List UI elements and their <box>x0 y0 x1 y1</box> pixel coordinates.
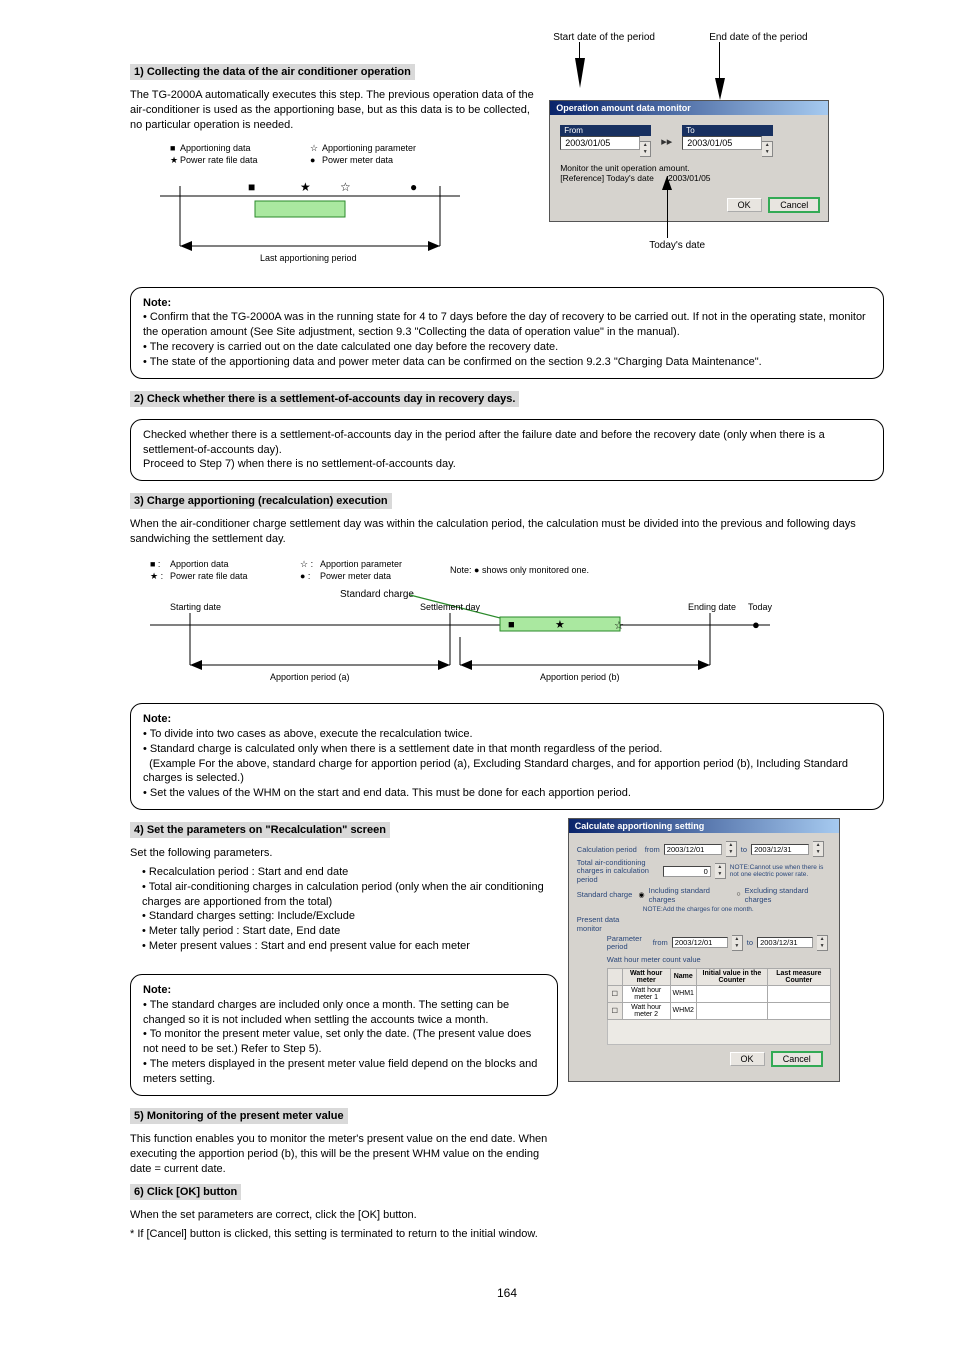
ok-button[interactable]: OK <box>730 1052 765 1066</box>
table-row[interactable]: Watt hour meter 2 <box>622 1002 670 1019</box>
svg-text:■: ■ <box>508 619 515 631</box>
callout-start: Start date of the period <box>553 32 655 43</box>
to-date-input[interactable]: 2003/01/05 <box>682 136 762 150</box>
svg-text:■ :: ■ : <box>150 559 160 569</box>
svg-text:☆: ☆ <box>340 180 351 194</box>
callout-today: Today's date <box>649 240 705 251</box>
svg-text:Apportion parameter: Apportion parameter <box>320 559 402 569</box>
note-box-3: Note: • To divide into two cases as abov… <box>130 703 884 810</box>
to-label: To <box>682 125 773 136</box>
svg-text:Last apportioning period: Last apportioning period <box>260 253 357 263</box>
note-box-4: Note: • The standard charges are include… <box>130 974 558 1096</box>
calc-to-input[interactable]: 2003/12/31 <box>751 844 809 855</box>
svg-text:★: ★ <box>300 180 311 194</box>
svg-text:Settlement day: Settlement day <box>420 602 481 612</box>
svg-text:Today: Today <box>748 602 773 612</box>
callout-end: End date of the period <box>709 32 807 43</box>
svg-text:Standard charge: Standard charge <box>340 589 414 600</box>
svg-text:☆: ☆ <box>614 620 624 632</box>
svg-text:Starting date: Starting date <box>170 602 221 612</box>
total-charge-input[interactable]: 0 <box>663 866 711 877</box>
svg-text:★: ★ <box>170 155 178 165</box>
svg-text:Apportioning data: Apportioning data <box>180 143 251 153</box>
svg-text:Apportioning parameter: Apportioning parameter <box>322 143 416 153</box>
svg-text:●: ● <box>410 180 417 194</box>
from-label: From <box>560 125 651 136</box>
spinner-icon[interactable]: ▲▼ <box>640 141 651 157</box>
arrow-down-icon <box>715 78 725 100</box>
svg-text:★: ★ <box>555 619 565 631</box>
hdr-step2: 2) Check whether there is a settlement-o… <box>130 391 519 407</box>
svg-text:Apportion data: Apportion data <box>170 559 229 569</box>
from-date-input[interactable]: 2003/01/05 <box>560 136 640 150</box>
tl1-label1: ■ <box>170 143 175 153</box>
param-from-input[interactable]: 2003/12/01 <box>672 937 728 948</box>
para-step4: Set the following parameters. <box>130 846 558 861</box>
svg-text:Power rate file data: Power rate file data <box>170 571 248 581</box>
para-step6a: When the set parameters are correct, cli… <box>130 1208 558 1223</box>
spinner-icon[interactable]: ▲▼ <box>732 935 743 951</box>
radio-including[interactable]: Including standard charges <box>649 886 733 904</box>
svg-text:●: ● <box>752 617 760 632</box>
spinner-icon[interactable]: ▲▼ <box>726 841 737 857</box>
svg-text:Apportion period (a): Apportion period (a) <box>270 672 350 682</box>
svg-text:● :: ● : <box>300 571 310 581</box>
para-step6b: * If [Cancel] button is clicked, this se… <box>130 1227 558 1242</box>
note-box-2: Checked whether there is a settlement-of… <box>130 419 884 482</box>
dialog-calc-apportion: Calculate apportioning setting Calculati… <box>568 818 840 1082</box>
calc-from-input[interactable]: 2003/12/01 <box>664 844 722 855</box>
range-arrow-icon: ▸▸ <box>657 135 676 148</box>
hdr-step4: 4) Set the parameters on "Recalculation"… <box>130 822 390 838</box>
svg-text:Ending date: Ending date <box>688 602 736 612</box>
dialog-title: Operation amount data monitor <box>550 101 828 115</box>
page-number: 164 <box>130 1286 884 1300</box>
meter-table: Watt hour meter Name Initial value in th… <box>607 968 831 1020</box>
arrow-up-icon <box>662 176 672 190</box>
para-step1: The TG-2000A automatically executes this… <box>130 88 539 133</box>
para-step3: When the air-conditioner charge settleme… <box>130 517 884 547</box>
timeline-2: ■ : Apportion data ★ : Power rate file dat… <box>130 555 884 695</box>
svg-text:Power meter data: Power meter data <box>320 571 391 581</box>
param-list: • Recalculation period : Start and end d… <box>142 865 558 954</box>
spinner-icon[interactable]: ▲▼ <box>715 863 726 879</box>
table-row[interactable]: Watt hour meter 1 <box>622 985 670 1002</box>
ok-button[interactable]: OK <box>727 198 762 212</box>
dialog2-title: Calculate apportioning setting <box>569 819 839 833</box>
param-to-input[interactable]: 2003/12/31 <box>757 937 813 948</box>
dialog-today-value: 2003/01/05 <box>668 173 711 183</box>
svg-text:Note: ● shows only monitored o: Note: ● shows only monitored one. <box>450 565 589 575</box>
para-step5: This function enables you to monitor the… <box>130 1132 558 1177</box>
spinner-icon[interactable]: ▲▼ <box>817 935 828 951</box>
hdr-step6: 6) Click [OK] button <box>130 1184 241 1200</box>
radio-excluding[interactable]: Excluding standard charges <box>745 886 831 904</box>
spinner-icon[interactable]: ▲▼ <box>762 141 773 157</box>
timeline-1: ■ Apportioning data ★ Power rate file da… <box>130 141 539 271</box>
dialog-line1: Monitor the unit operation amount. <box>560 163 818 173</box>
hdr-step1: 1) Collecting the data of the air condit… <box>130 64 415 80</box>
svg-text:Power meter data: Power meter data <box>322 155 393 165</box>
hdr-step3: 3) Charge apportioning (recalculation) e… <box>130 493 392 509</box>
cancel-button[interactable]: Cancel <box>771 1051 823 1067</box>
svg-text:■: ■ <box>248 180 255 194</box>
hdr-step5: 5) Monitoring of the present meter value <box>130 1108 348 1124</box>
dialog-operation-amount: Operation amount data monitor From 2003/… <box>549 100 829 222</box>
note-box-1: Note: • Confirm that the TG-2000A was in… <box>130 287 884 379</box>
svg-text:●: ● <box>310 155 315 165</box>
svg-text:Power rate file data: Power rate file data <box>180 155 258 165</box>
svg-text:Apportion period (b): Apportion period (b) <box>540 672 620 682</box>
dialog-ref-label: [Reference] Today's date <box>560 173 654 183</box>
spinner-icon[interactable]: ▲▼ <box>813 841 824 857</box>
svg-text:★ :: ★ : <box>150 571 163 581</box>
arrow-down-icon <box>575 58 585 88</box>
cancel-button[interactable]: Cancel <box>768 197 820 213</box>
svg-text:☆: ☆ <box>310 143 318 153</box>
svg-text:☆ :: ☆ : <box>300 559 313 569</box>
